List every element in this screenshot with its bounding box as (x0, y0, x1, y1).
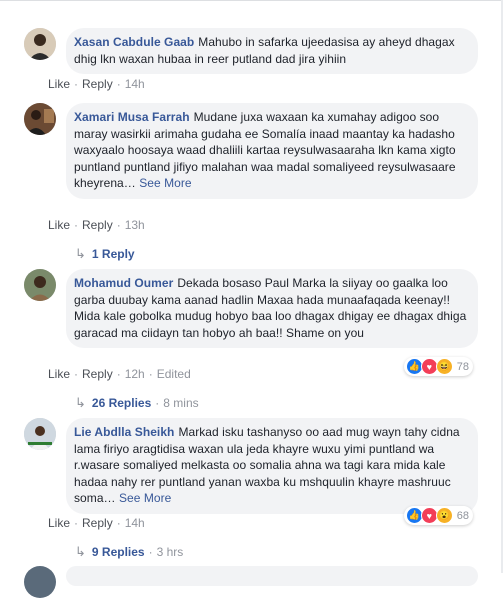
separator: · (155, 396, 160, 410)
timestamp[interactable]: 12h (125, 367, 145, 381)
view-replies[interactable]: ↳ 1 Reply (75, 246, 135, 262)
comment-bubble (66, 566, 478, 586)
like-link[interactable]: Like (48, 367, 70, 381)
avatar[interactable] (24, 103, 56, 135)
comment-author[interactable]: Xamari Musa Farrah (74, 110, 190, 124)
user-avatar-icon (24, 103, 56, 135)
reaction-summary[interactable]: 👍 ♥ 😆 78 (403, 357, 473, 376)
reply-link[interactable]: Reply (82, 367, 113, 381)
haha-reaction-icon: 😆 (435, 358, 453, 375)
separator: · (116, 367, 121, 381)
replies-count[interactable]: 26 Replies (92, 396, 151, 410)
top-divider (0, 0, 503, 1)
reply-arrow-icon: ↳ (75, 544, 86, 559)
comment-author[interactable]: Mohamud Oumer (74, 276, 173, 290)
comment-author[interactable]: Xasan Cabdule Gaab (74, 35, 194, 49)
reaction-count: 78 (456, 360, 469, 373)
comment-author[interactable]: Lie Abdlla Sheikh (74, 425, 174, 439)
wow-reaction-icon: 😮 (435, 507, 453, 524)
avatar[interactable] (24, 566, 56, 598)
separator: · (116, 516, 121, 530)
comment-bubble: Lie Abdlla Sheikh Markad isku tashanyso o… (66, 418, 478, 514)
replies-time: 3 hrs (156, 545, 184, 559)
separator: · (74, 516, 79, 530)
like-link[interactable]: Like (48, 516, 70, 530)
avatar[interactable] (24, 418, 56, 450)
separator: · (116, 77, 121, 91)
see-more-link[interactable]: See More (119, 491, 171, 505)
user-avatar-icon (24, 269, 56, 301)
reply-link[interactable]: Reply (82, 516, 113, 530)
comment-actions: Like · Reply · 14h (48, 77, 145, 91)
avatar[interactable] (24, 269, 56, 301)
separator: · (74, 218, 79, 232)
reply-arrow-icon: ↳ (75, 395, 86, 410)
reaction-count: 68 (456, 509, 469, 522)
comment-bubble: Xasan Cabdule Gaab Mahubo in safarka ujee… (66, 28, 478, 74)
edited-label[interactable]: Edited (157, 367, 191, 381)
reply-link[interactable]: Reply (82, 77, 113, 91)
view-replies[interactable]: ↳ 26 Replies · 8 mins (75, 395, 199, 411)
comment-actions: Like · Reply · 13h (48, 218, 145, 232)
replies-count[interactable]: 1 Reply (92, 247, 135, 261)
comment-bubble: Mohamud Oumer Dekada bosaso Paul Marka la… (66, 269, 478, 348)
separator: · (116, 218, 121, 232)
view-replies[interactable]: ↳ 9 Replies · 3 hrs (75, 544, 183, 560)
reply-link[interactable]: Reply (82, 218, 113, 232)
separator: · (148, 545, 153, 559)
comment-bubble: Xamari Musa Farrah Mudane juxa waxaan ka … (66, 103, 478, 199)
timestamp[interactable]: 14h (125, 77, 145, 91)
comment-actions: Like · Reply · 12h · Edited (48, 367, 191, 381)
timestamp[interactable]: 14h (125, 516, 145, 530)
like-link[interactable]: Like (48, 77, 70, 91)
user-avatar-icon (24, 28, 56, 60)
comment-actions: Like · Reply · 14h (48, 516, 145, 530)
separator: · (74, 367, 79, 381)
user-avatar-icon (24, 418, 56, 450)
reaction-summary[interactable]: 👍 ♥ 😮 68 (403, 506, 473, 525)
timestamp[interactable]: 13h (125, 218, 145, 232)
replies-time: 8 mins (163, 396, 199, 410)
reply-arrow-icon: ↳ (75, 246, 86, 261)
like-link[interactable]: Like (48, 218, 70, 232)
avatar[interactable] (24, 28, 56, 60)
separator: · (148, 367, 153, 381)
see-more-link[interactable]: See More (139, 176, 191, 190)
replies-count[interactable]: 9 Replies (92, 545, 145, 559)
separator: · (74, 77, 79, 91)
